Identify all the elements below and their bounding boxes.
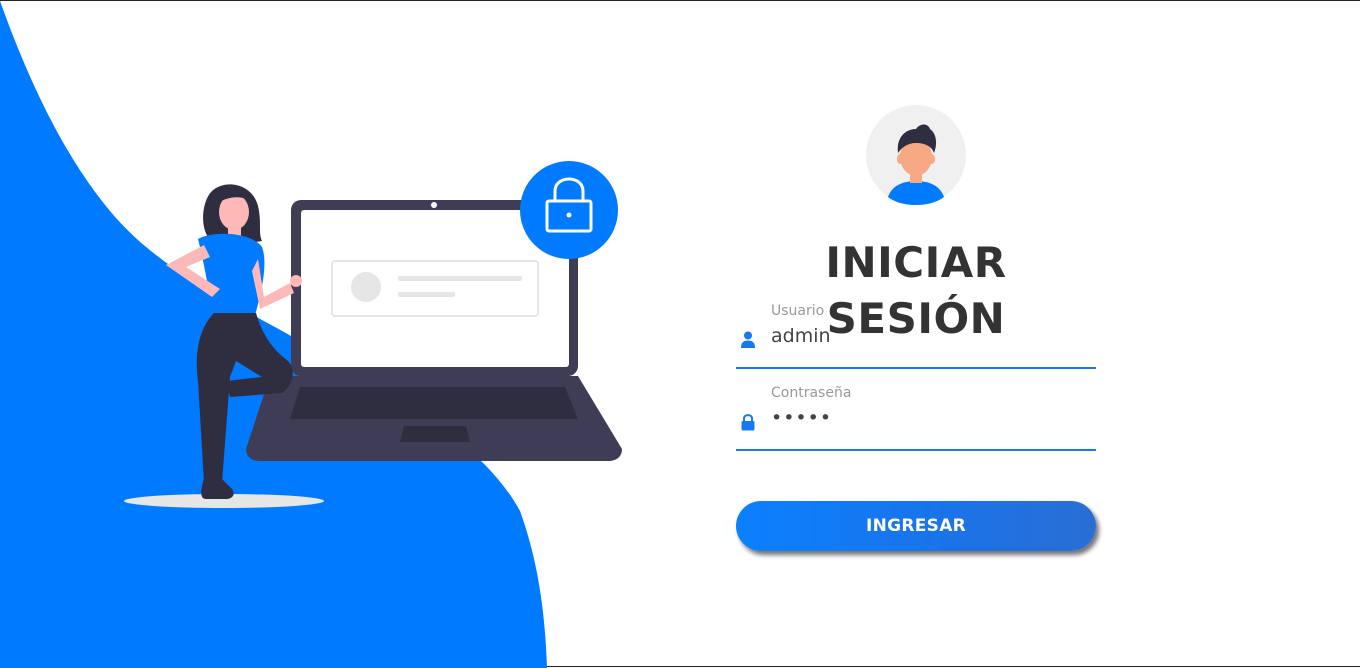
username-field[interactable]: Usuario admin (736, 303, 1096, 369)
avatar-icon (866, 105, 966, 205)
padlock-icon (520, 161, 618, 259)
ingresar-button[interactable]: INGRESAR (736, 501, 1096, 551)
password-field[interactable]: Contraseña ••••• (736, 385, 1096, 451)
lock-icon (741, 414, 755, 431)
username-input[interactable]: admin (771, 325, 1091, 347)
password-label: Contraseña (771, 385, 852, 401)
username-label: Usuario (771, 303, 825, 319)
password-input[interactable]: ••••• (771, 407, 1091, 429)
user-icon (741, 331, 755, 348)
login-illustration (124, 161, 622, 508)
